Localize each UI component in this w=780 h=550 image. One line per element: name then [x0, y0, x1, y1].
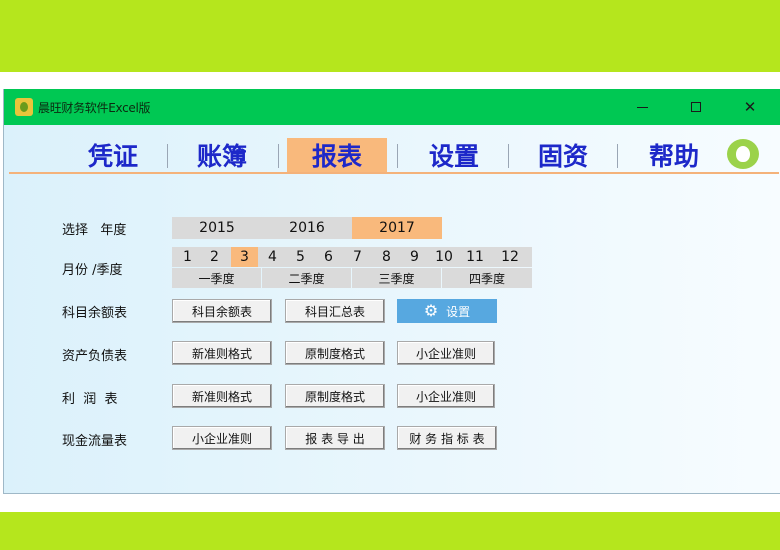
- year-option[interactable]: 2015: [172, 217, 262, 239]
- account-balance-button[interactable]: 科目余额表: [172, 299, 272, 323]
- minimize-button[interactable]: [614, 89, 670, 125]
- balance-sheet-old-system-button[interactable]: 原制度格式: [285, 341, 385, 365]
- cashflow-row-label: 现金流量表: [62, 434, 128, 449]
- balance-sheet-new-standard-button[interactable]: 新准则格式: [172, 341, 272, 365]
- balance-row-label: 科目余额表: [62, 306, 128, 321]
- maximize-icon: [691, 102, 701, 112]
- menu-separator: [278, 144, 279, 168]
- gear-icon: ⚙: [423, 301, 439, 320]
- main-menu: 凭证 账簿 报表 设置 固资 帮助: [4, 134, 780, 174]
- month-option[interactable]: 5: [287, 247, 314, 267]
- menu-underline: [9, 172, 779, 174]
- profit-small-business-button[interactable]: 小企业准则: [397, 384, 495, 408]
- menu-ledger[interactable]: 账簿: [187, 138, 257, 172]
- app-window: 晨旺财务软件Excel版 ✕ 凭证 账簿 报表 设置 固资 帮助 选择 年度 2…: [3, 89, 780, 494]
- menu-separator: [508, 144, 509, 168]
- month-option[interactable]: 10: [429, 247, 459, 267]
- balance-sheet-small-business-button[interactable]: 小企业准则: [397, 341, 495, 365]
- menu-fixed-assets[interactable]: 固资: [528, 138, 598, 172]
- app-logo-icon: [15, 98, 33, 116]
- month-option[interactable]: 1: [174, 247, 201, 267]
- menu-voucher[interactable]: 凭证: [78, 138, 148, 172]
- menu-help[interactable]: 帮助: [639, 138, 709, 172]
- profit-new-standard-button[interactable]: 新准则格式: [172, 384, 272, 408]
- quarter-option[interactable]: 四季度: [442, 268, 532, 288]
- month-option[interactable]: 2: [201, 247, 228, 267]
- account-summary-button[interactable]: 科目汇总表: [285, 299, 385, 323]
- month-option[interactable]: 11: [460, 247, 490, 267]
- month-option-selected[interactable]: 3: [231, 247, 258, 267]
- rabbit-mascot-icon: [727, 139, 759, 169]
- report-settings-button[interactable]: ⚙ 设置: [397, 299, 497, 323]
- month-option[interactable]: 6: [315, 247, 342, 267]
- year-row-label: 选择 年度: [62, 223, 127, 238]
- profit-old-system-button[interactable]: 原制度格式: [285, 384, 385, 408]
- month-option[interactable]: 7: [344, 247, 371, 267]
- quarter-option[interactable]: 一季度: [172, 268, 261, 288]
- minimize-icon: [636, 106, 648, 108]
- month-option[interactable]: 12: [493, 247, 527, 267]
- profit-row-label: 利 润 表: [62, 392, 118, 407]
- menu-separator: [167, 144, 168, 168]
- month-option[interactable]: 8: [373, 247, 400, 267]
- month-option[interactable]: 4: [259, 247, 286, 267]
- financial-indicators-button[interactable]: 财 务 指 标 表: [397, 426, 497, 450]
- window-title: 晨旺财务软件Excel版: [38, 100, 151, 115]
- month-option[interactable]: 9: [401, 247, 428, 267]
- close-icon: ✕: [743, 98, 757, 116]
- title-bar: 晨旺财务软件Excel版 ✕: [4, 89, 780, 125]
- close-button[interactable]: ✕: [722, 89, 778, 125]
- maximize-button[interactable]: [668, 89, 724, 125]
- report-export-button[interactable]: 报 表 导 出: [285, 426, 385, 450]
- menu-settings[interactable]: 设置: [419, 138, 489, 172]
- year-option-selected[interactable]: 2017: [352, 217, 442, 239]
- cashflow-small-business-button[interactable]: 小企业准则: [172, 426, 272, 450]
- month-row-label: 月份 /季度: [62, 263, 123, 278]
- menu-separator: [617, 144, 618, 168]
- quarter-option[interactable]: 二季度: [262, 268, 351, 288]
- quarter-option[interactable]: 三季度: [352, 268, 441, 288]
- settings-label: 设置: [446, 304, 471, 319]
- menu-separator: [397, 144, 398, 168]
- menu-reports[interactable]: 报表: [287, 138, 387, 172]
- year-option[interactable]: 2016: [262, 217, 352, 239]
- balance-sheet-row-label: 资产负债表: [62, 349, 128, 364]
